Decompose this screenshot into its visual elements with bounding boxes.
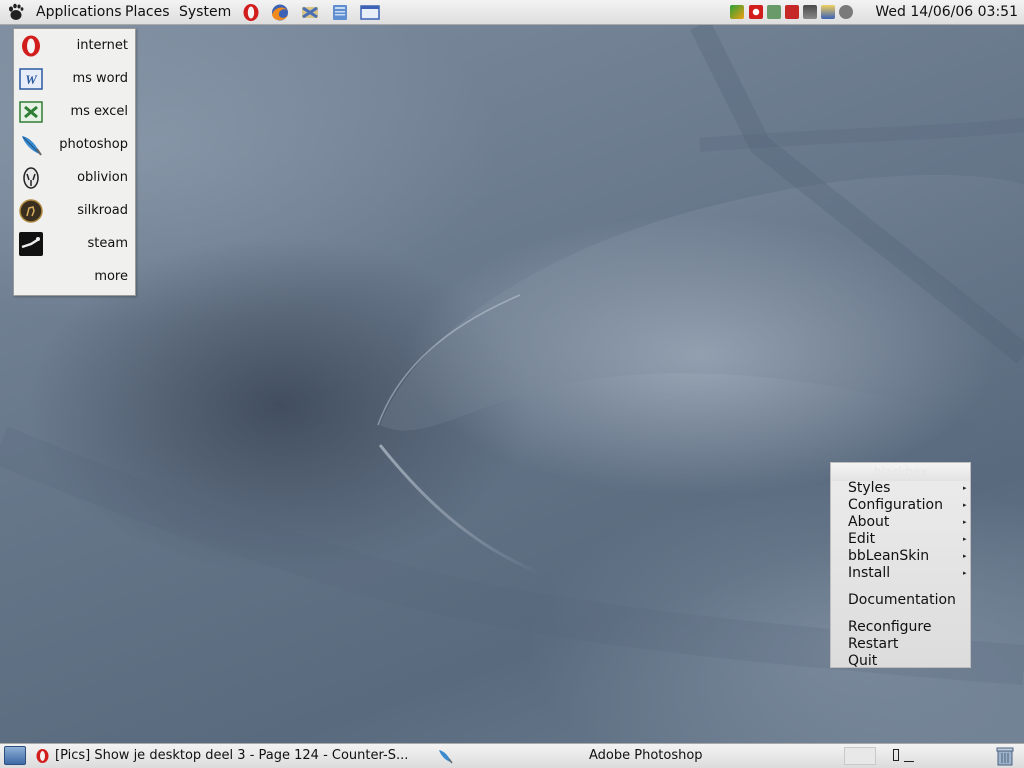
menu-item-restart[interactable]: Restart xyxy=(848,636,898,652)
menu-item-label: steam xyxy=(87,236,129,251)
menu-item-label: photoshop xyxy=(59,137,128,152)
applications-menu[interactable]: Applications xyxy=(36,4,122,20)
menu-item-label: oblivion xyxy=(77,170,128,185)
network-icon[interactable] xyxy=(767,5,781,19)
menu-item-label: ms word xyxy=(72,71,128,86)
msn-icon[interactable] xyxy=(730,5,744,19)
word-icon: W xyxy=(19,68,43,90)
menu-item-bbleanskin[interactable]: bbLeanSkin xyxy=(848,548,929,564)
taskbar-button-browser[interactable]: [Pics] Show je desktop deel 3 - Page 124… xyxy=(33,744,463,768)
sound-icon[interactable] xyxy=(839,5,853,19)
trash-icon[interactable] xyxy=(994,746,1016,766)
photoshop-feather-icon[interactable] xyxy=(437,748,453,764)
menu-item-more[interactable]: more xyxy=(14,260,135,293)
menu-item-configuration[interactable]: Configuration xyxy=(848,497,943,513)
oblivion-icon xyxy=(23,167,39,189)
blackbox-root-menu: blackbox Styles ▸ Configuration ▸ About … xyxy=(830,462,971,669)
menu-item-oblivion[interactable]: oblivion xyxy=(14,161,135,194)
steam-icon xyxy=(19,232,43,256)
menu-item-label: silkroad xyxy=(77,203,128,218)
launcher-menu: internet W ms word ms excel photoshop ob… xyxy=(13,28,136,296)
submenu-arrow-icon: ▸ xyxy=(963,501,967,509)
top-panel: Applications Places System Wed 14/06/06 … xyxy=(0,0,1024,25)
update-icon[interactable] xyxy=(803,5,817,19)
submenu-arrow-icon: ▸ xyxy=(963,535,967,543)
gnome-foot-icon[interactable] xyxy=(5,2,25,22)
submenu-arrow-icon: ▸ xyxy=(963,569,967,577)
desktop-pager-icon[interactable] xyxy=(893,749,899,761)
submenu-arrow-icon: ▸ xyxy=(963,552,967,560)
menu-item-ms-excel[interactable]: ms excel xyxy=(14,95,135,128)
window-icon[interactable] xyxy=(360,3,380,22)
places-menu[interactable]: Places xyxy=(125,4,170,20)
menu-item-edit[interactable]: Edit xyxy=(848,531,875,547)
menu-item-styles[interactable]: Styles xyxy=(848,480,890,496)
menu-item-reconfigure[interactable]: Reconfigure xyxy=(848,619,932,635)
submenu-arrow-icon: ▸ xyxy=(963,518,967,526)
bottom-taskbar: [Pics] Show je desktop deel 3 - Page 124… xyxy=(0,743,1024,768)
menu-item-label: internet xyxy=(76,38,128,53)
taskbar-button-photoshop[interactable]: Adobe Photoshop xyxy=(589,748,703,763)
clock[interactable]: Wed 14/06/06 03:51 xyxy=(875,4,1018,20)
menu-item-ms-word[interactable]: W ms word xyxy=(14,62,135,95)
menu-item-steam[interactable]: steam xyxy=(14,227,135,260)
menu-item-photoshop[interactable]: photoshop xyxy=(14,128,135,161)
photoshop-feather-icon xyxy=(22,136,42,156)
silkroad-icon xyxy=(19,199,43,223)
firefox-icon[interactable] xyxy=(270,3,290,22)
menu-title: blackbox xyxy=(831,463,970,481)
svg-text:W: W xyxy=(25,72,38,87)
notes-icon[interactable] xyxy=(330,3,350,22)
menu-item-internet[interactable]: internet xyxy=(14,29,135,62)
show-desktop-icon[interactable] xyxy=(4,746,26,765)
notes-tray-icon[interactable] xyxy=(821,5,835,19)
excel-icon xyxy=(19,101,43,123)
taskbar-label: [Pics] Show je desktop deel 3 - Page 124… xyxy=(55,748,409,763)
opera-tray-icon[interactable] xyxy=(749,5,763,19)
opera-icon xyxy=(22,35,40,57)
pager-underline xyxy=(904,761,914,762)
menu-item-silkroad[interactable]: silkroad xyxy=(14,194,135,227)
workspace-switcher[interactable] xyxy=(844,747,876,765)
opera-icon[interactable] xyxy=(241,3,261,22)
shield-icon[interactable] xyxy=(785,5,799,19)
submenu-arrow-icon: ▸ xyxy=(963,484,967,492)
opera-icon xyxy=(36,749,49,763)
menu-item-install[interactable]: Install xyxy=(848,565,890,581)
menu-item-quit[interactable]: Quit xyxy=(848,653,877,669)
menu-item-label: ms excel xyxy=(70,104,128,119)
thunderbird-icon[interactable] xyxy=(300,3,320,22)
menu-item-documentation[interactable]: Documentation xyxy=(848,592,956,608)
menu-item-label: more xyxy=(94,269,128,284)
system-menu[interactable]: System xyxy=(179,4,231,20)
menu-item-about[interactable]: About xyxy=(848,514,889,530)
